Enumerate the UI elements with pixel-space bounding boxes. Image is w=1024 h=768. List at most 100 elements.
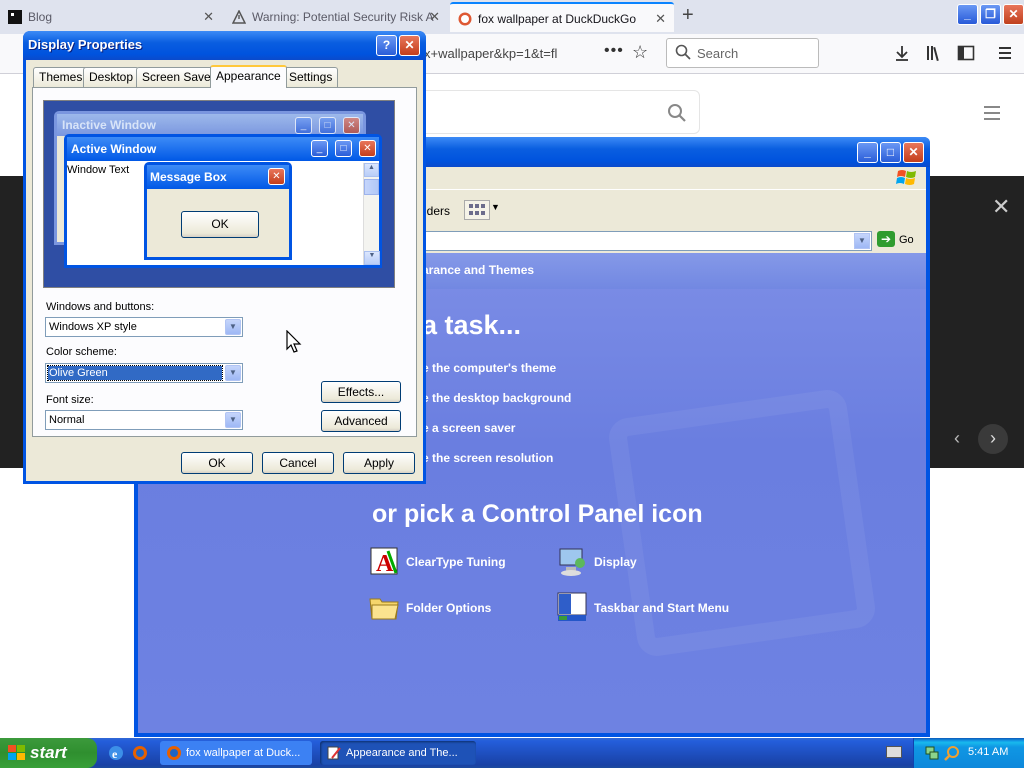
tab-appearance[interactable]: Appearance bbox=[210, 65, 287, 88]
effects-button[interactable]: Effects... bbox=[321, 381, 401, 403]
icon-label-taskbar[interactable]: Taskbar and Start Menu bbox=[594, 601, 729, 615]
taskbar: start e fox wallpaper at Duck... Appeara… bbox=[0, 738, 1024, 768]
go-label: Go bbox=[899, 234, 914, 246]
chevron-down-icon[interactable]: ▼ bbox=[225, 365, 241, 381]
minimize-icon: _ bbox=[311, 140, 328, 157]
icon-label-folder-options[interactable]: Folder Options bbox=[406, 601, 491, 615]
system-tray: 5:41 AM bbox=[913, 738, 1024, 768]
url-bar[interactable]: x+wallpaper&kp=1&t=fl bbox=[424, 46, 557, 61]
scroll-up-icon: ▲ bbox=[364, 163, 379, 177]
next-image-button[interactable]: › bbox=[978, 424, 1008, 454]
windows-logo-icon bbox=[896, 170, 916, 185]
views-icon[interactable] bbox=[464, 200, 490, 220]
close-window-button[interactable]: ✕ bbox=[1003, 4, 1024, 25]
appearance-preview: Inactive Window _ □ ✕ Active Window _ □ … bbox=[43, 100, 395, 288]
windows-buttons-label: Windows and buttons: bbox=[46, 301, 155, 313]
display-icon[interactable] bbox=[556, 545, 588, 577]
close-button[interactable]: ✕ bbox=[399, 35, 420, 56]
page-actions-menu-icon[interactable]: ••• bbox=[604, 42, 624, 60]
taskbar-button-label: Appearance and The... bbox=[346, 747, 458, 759]
library-icon[interactable] bbox=[925, 44, 943, 62]
ddg-search-box[interactable] bbox=[424, 90, 700, 134]
pick-icon-heading: or pick a Control Panel icon bbox=[372, 500, 703, 528]
chevron-down-icon[interactable]: ▼ bbox=[225, 412, 241, 428]
maximize-button[interactable]: □ bbox=[880, 142, 901, 163]
advanced-button[interactable]: Advanced bbox=[321, 410, 401, 432]
dialog-title-bar[interactable]: Display Properties ? ✕ bbox=[23, 31, 426, 60]
start-button[interactable]: start bbox=[0, 738, 97, 768]
go-arrow-icon: ➔ bbox=[877, 231, 895, 247]
chevron-down-icon[interactable]: ▼ bbox=[225, 319, 241, 335]
address-field[interactable]: ▼ bbox=[424, 231, 872, 251]
dialog-body: Themes Desktop Screen Saver Appearance S… bbox=[26, 60, 423, 481]
taskbar-start-menu-icon[interactable] bbox=[556, 591, 588, 623]
network-icon[interactable] bbox=[924, 745, 940, 761]
maximize-button[interactable]: ❐ bbox=[980, 4, 1001, 25]
selected-value: Olive Green bbox=[47, 365, 223, 381]
apply-button[interactable]: Apply bbox=[343, 452, 415, 474]
task-link-theme[interactable]: e the computer's theme bbox=[422, 361, 556, 375]
search-icon bbox=[675, 44, 691, 60]
close-button[interactable]: ✕ bbox=[903, 142, 924, 163]
task-link-background[interactable]: e the desktop background bbox=[422, 391, 571, 405]
minimize-button[interactable]: _ bbox=[957, 4, 978, 25]
windows-buttons-select[interactable]: Windows XP style ▼ bbox=[45, 317, 243, 337]
close-tab-icon[interactable]: ✕ bbox=[655, 4, 666, 32]
search-tray-icon[interactable] bbox=[944, 745, 960, 761]
task-link-resolution[interactable]: e the screen resolution bbox=[422, 451, 553, 465]
taskbar-button-label: fox wallpaper at Duck... bbox=[186, 747, 301, 759]
folders-button[interactable]: lders bbox=[424, 204, 450, 218]
icon-label-display[interactable]: Display bbox=[594, 555, 637, 569]
clock: 5:41 AM bbox=[968, 746, 1009, 758]
color-scheme-select[interactable]: Olive Green ▼ bbox=[45, 363, 243, 383]
close-tab-icon[interactable]: ✕ bbox=[203, 2, 214, 32]
tab-security-warning[interactable]: Warning: Potential Security Risk A ✕ bbox=[224, 2, 448, 32]
keyboard-icon[interactable] bbox=[886, 746, 902, 758]
minimize-icon: _ bbox=[295, 117, 312, 134]
message-box-title: Message Box bbox=[150, 170, 227, 184]
hamburger-menu-icon[interactable] bbox=[996, 44, 1014, 62]
ddg-menu-icon[interactable] bbox=[984, 106, 1000, 124]
windows-logo-icon bbox=[8, 745, 25, 760]
previous-image-button[interactable]: ‹ bbox=[942, 424, 972, 454]
tab-desktop[interactable]: Desktop bbox=[83, 67, 140, 87]
close-icon[interactable]: ✕ bbox=[992, 194, 1010, 220]
cancel-button[interactable]: Cancel bbox=[262, 452, 334, 474]
ok-button[interactable]: OK bbox=[181, 452, 253, 474]
dialog-title: Display Properties bbox=[28, 37, 143, 52]
preview-message-box: Message Box ✕ OK bbox=[144, 162, 292, 260]
taskbar-button-firefox[interactable]: fox wallpaper at Duck... bbox=[160, 741, 312, 765]
sidebar-icon[interactable] bbox=[957, 44, 975, 62]
bookmark-star-icon[interactable]: ☆ bbox=[632, 42, 648, 63]
icon-label-cleartype[interactable]: ClearType Tuning bbox=[406, 555, 506, 569]
internet-explorer-icon[interactable]: e bbox=[108, 745, 124, 761]
close-icon: ✕ bbox=[359, 140, 376, 157]
start-label: start bbox=[30, 743, 67, 762]
window-text-sample: Window Text bbox=[67, 164, 130, 176]
chevron-down-icon[interactable]: ▼ bbox=[854, 233, 870, 249]
tab-themes[interactable]: Themes bbox=[33, 67, 89, 87]
search-icon[interactable] bbox=[667, 103, 687, 123]
help-button[interactable]: ? bbox=[376, 35, 397, 56]
tab-blog[interactable]: Blog ✕ bbox=[0, 2, 222, 32]
cleartype-tuning-icon[interactable]: A bbox=[368, 545, 400, 577]
tab-duckduckgo[interactable]: fox wallpaper at DuckDuckGo ✕ bbox=[450, 2, 674, 32]
taskbar-button-appearance[interactable]: Appearance and The... bbox=[320, 741, 476, 765]
tab-settings[interactable]: Settings bbox=[283, 67, 339, 87]
search-input[interactable]: Search bbox=[666, 38, 819, 68]
tab-screen-saver[interactable]: Screen Saver bbox=[136, 67, 221, 87]
downloads-icon[interactable] bbox=[893, 44, 911, 62]
task-link-screensaver[interactable]: e a screen saver bbox=[422, 421, 515, 435]
scroll-thumb bbox=[364, 179, 379, 195]
new-tab-button[interactable]: + bbox=[682, 4, 694, 27]
folder-options-icon[interactable] bbox=[368, 591, 400, 623]
category-title: arance and Themes bbox=[422, 263, 535, 277]
control-panel-icon bbox=[327, 746, 341, 760]
firefox-quicklaunch-icon[interactable] bbox=[132, 745, 148, 761]
chevron-down-icon[interactable]: ▼ bbox=[491, 202, 500, 212]
blog-favicon-icon bbox=[8, 10, 22, 24]
close-tab-icon[interactable]: ✕ bbox=[429, 2, 440, 32]
minimize-button[interactable]: _ bbox=[857, 142, 878, 163]
go-button[interactable]: ➔ Go bbox=[877, 231, 925, 251]
font-size-select[interactable]: Normal ▼ bbox=[45, 410, 243, 430]
